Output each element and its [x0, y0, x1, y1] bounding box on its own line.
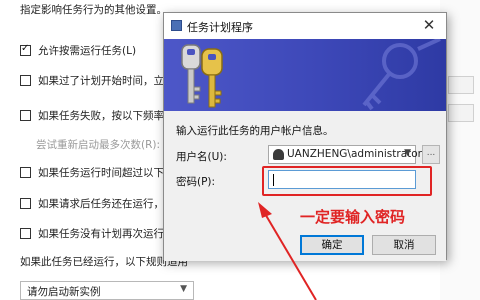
- restart-attempts-label: 尝试重新启动最多次数(R):: [36, 139, 161, 151]
- dialog-title: 任务计划程序: [187, 21, 253, 34]
- dialog-prompt: 输入运行此任务的用户帐户信息。: [176, 125, 334, 137]
- force-stop-checkbox[interactable]: [20, 198, 31, 209]
- password-highlight-box: [262, 166, 432, 196]
- settings-description: 指定影响任务行为的其他设置。: [20, 4, 167, 16]
- keys-banner-illustration: [181, 39, 441, 111]
- browse-user-button[interactable]: ...: [422, 145, 440, 164]
- run-if-missed-checkbox[interactable]: [20, 75, 31, 86]
- allow-on-demand-checkbox[interactable]: [20, 43, 31, 56]
- cancel-button[interactable]: 取消: [372, 235, 436, 255]
- username-combobox[interactable]: UANZHENG\administrator ▼: [268, 145, 422, 164]
- spin-button[interactable]: [448, 76, 474, 94]
- key-watermark-icon: [362, 39, 441, 111]
- task-scheduler-icon: [171, 20, 182, 31]
- gold-key-icon: [201, 48, 223, 108]
- password-label: 密码(P):: [176, 176, 216, 188]
- delete-if-not-scheduled-checkbox[interactable]: [20, 228, 31, 239]
- running-rule-dropdown[interactable]: 请勿启动新实例 ▼: [20, 281, 194, 300]
- annotation-text: 一定要输入密码: [300, 208, 406, 226]
- stop-if-runs-longer-checkbox[interactable]: [20, 167, 31, 178]
- spin-button[interactable]: [448, 104, 474, 122]
- silver-key-icon: [181, 44, 201, 104]
- running-rule-value: 请勿启动新实例: [27, 286, 101, 298]
- username-value: UANZHENG\administrator: [287, 148, 422, 160]
- username-label: 用户名(U):: [176, 151, 227, 163]
- close-button[interactable]: ✕: [418, 15, 440, 35]
- chevron-down-icon: ▼: [180, 284, 187, 294]
- user-icon: [273, 149, 284, 160]
- dialog-titlebar: 任务计划程序 ✕: [164, 13, 446, 39]
- allow-on-demand-label: 允许按需运行任务(L): [38, 45, 137, 57]
- chevron-down-icon: ▼: [404, 148, 411, 158]
- restart-on-fail-checkbox[interactable]: [20, 110, 31, 121]
- ok-button[interactable]: 确定: [300, 235, 364, 255]
- dialog-banner: [164, 39, 446, 111]
